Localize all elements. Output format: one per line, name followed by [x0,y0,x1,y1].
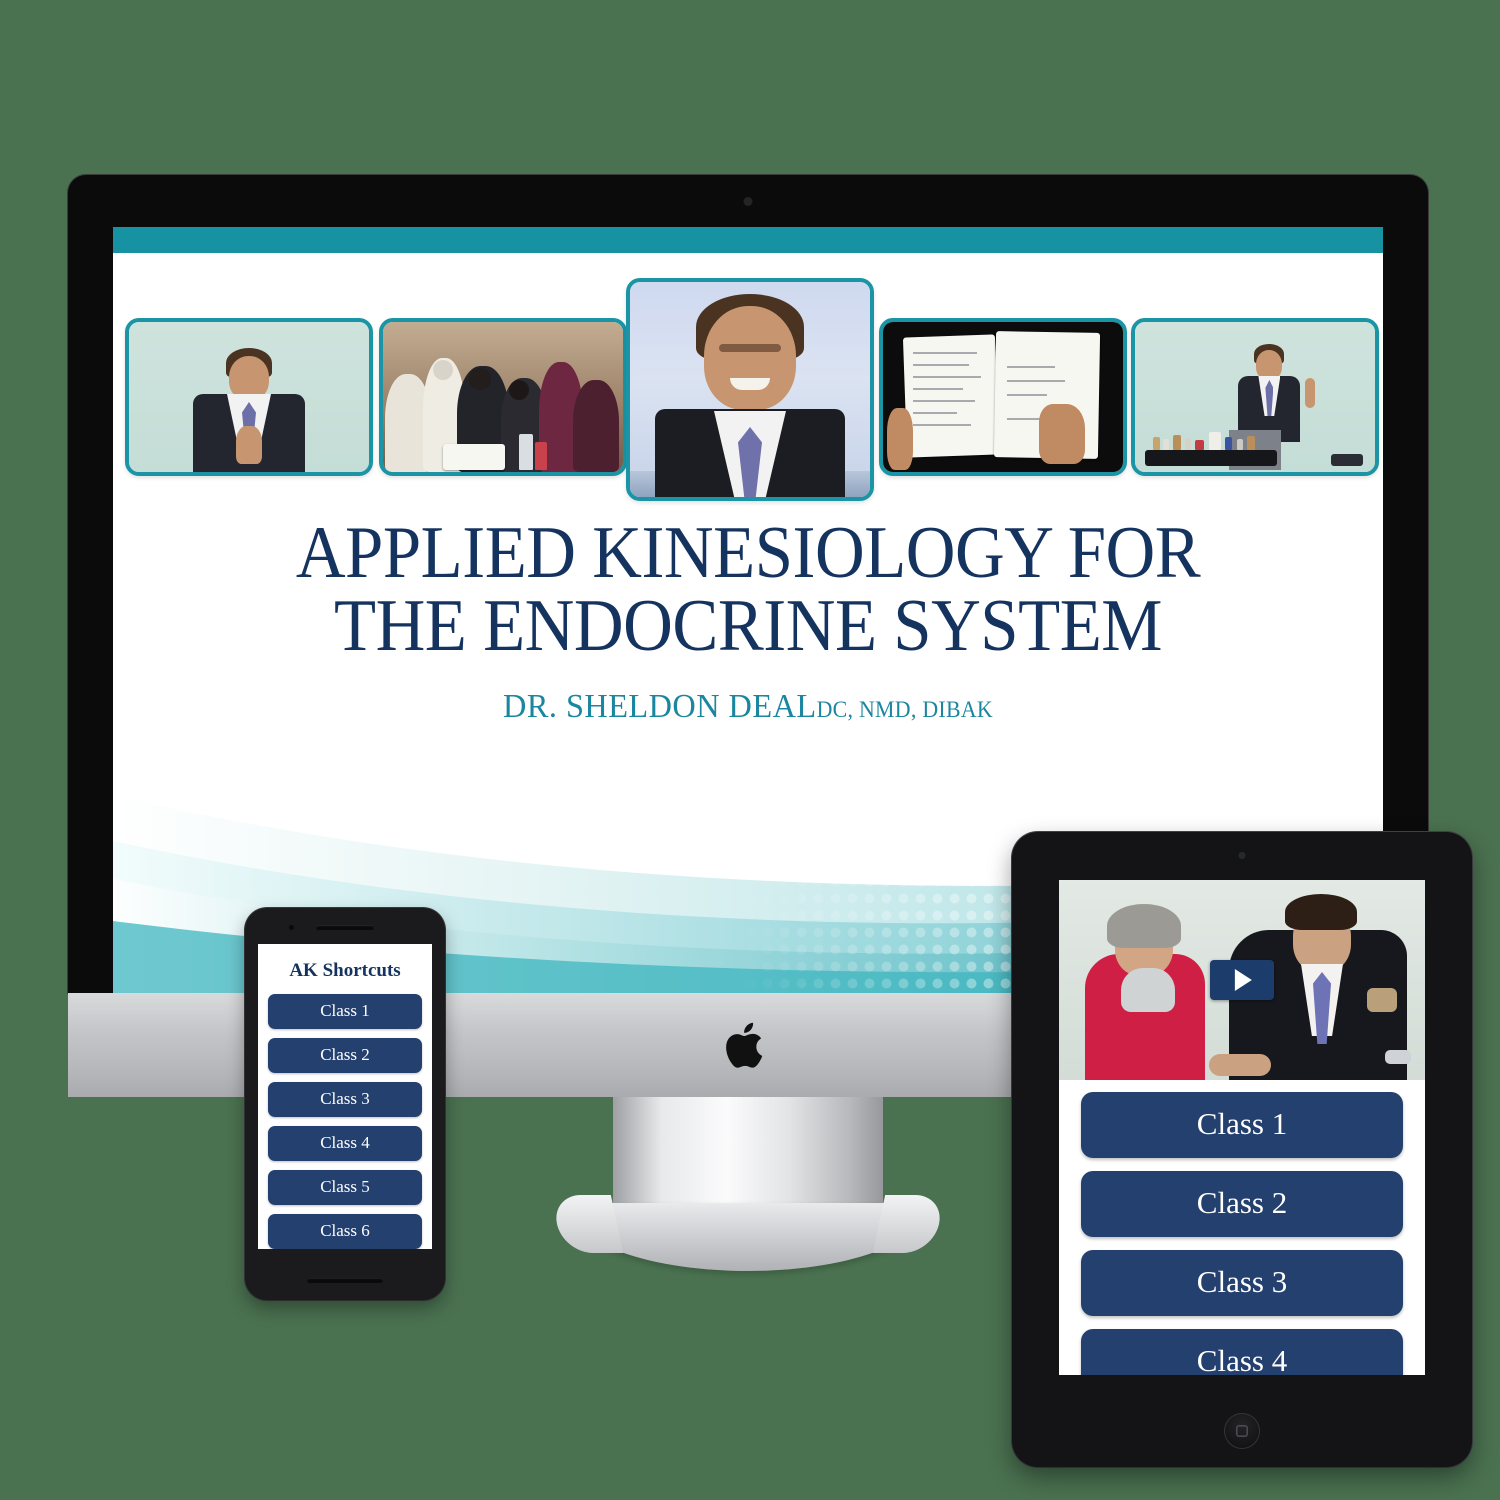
slide-title-line-2: THE ENDOCRINE SYSTEM [333,584,1162,667]
phone-app-title: AK Shortcuts [289,960,401,981]
slide-title-line-1: APPLIED KINESIOLOGY FOR [295,512,1201,594]
home-button-icon[interactable] [1224,1413,1260,1449]
apple-logo-icon [726,1022,763,1068]
tablet-class-list: Class 1 Class 2 Class 3 Class 4 [1059,1080,1425,1375]
photo-seminar-audience [379,318,627,476]
play-button[interactable] [1210,960,1274,1000]
webcam-icon [743,197,753,206]
product-mockup-scene: APPLIED KINESIOLOGY FOR THE ENDOCRINE SY… [0,0,1500,1500]
tablet-class-button-3[interactable]: Class 3 [1081,1250,1403,1316]
phone-class-list: Class 1 Class 2 Class 3 Class 4 Class 5 … [258,994,432,1249]
tablet-mockup: Class 1 Class 2 Class 3 Class 4 [1012,832,1472,1467]
phone-earpiece-speaker [316,925,374,930]
tablet-screen: Class 1 Class 2 Class 3 Class 4 [1059,880,1425,1375]
phone-class-button-1[interactable]: Class 1 [268,994,422,1029]
photo-handwritten-notebook [879,318,1127,476]
phone-bottom-speaker [307,1278,383,1283]
phone-class-button-3[interactable]: Class 3 [268,1082,422,1117]
tablet-class-button-1[interactable]: Class 1 [1081,1092,1403,1158]
phone-screen: AK Shortcuts Class 1 Class 2 Class 3 Cla… [258,944,432,1249]
phone-class-button-6[interactable]: Class 6 [268,1214,422,1249]
play-icon [1234,969,1252,991]
phone-class-button-4[interactable]: Class 4 [268,1126,422,1161]
presenter-line: DR. SHELDON DEALDC, NMD, DIBAK [145,688,1352,726]
tablet-class-button-2[interactable]: Class 2 [1081,1171,1403,1237]
presenter-name: DR. SHELDON DEAL [503,688,817,726]
tablet-video-thumbnail[interactable] [1059,880,1425,1080]
slide-top-accent-bar [113,227,1383,253]
phone-class-button-2[interactable]: Class 2 [268,1038,422,1073]
monitor-stand-foot [571,1203,925,1271]
phone-mockup: AK Shortcuts Class 1 Class 2 Class 3 Cla… [245,908,445,1300]
photo-strip [113,275,1383,505]
photo-speaker-hands-together [125,318,373,476]
phone-class-button-5[interactable]: Class 5 [268,1170,422,1205]
photo-speaker-with-supplements-table [1131,318,1379,476]
phone-front-camera-icon [289,925,294,930]
presenter-credentials: DC, NMD, DIBAK [816,697,993,723]
photo-sheldon-deal-portrait [626,278,874,501]
tablet-class-button-4[interactable]: Class 4 [1081,1329,1403,1375]
slide-title-block: APPLIED KINESIOLOGY FOR THE ENDOCRINE SY… [113,512,1383,726]
tablet-front-camera-icon [1238,852,1246,859]
